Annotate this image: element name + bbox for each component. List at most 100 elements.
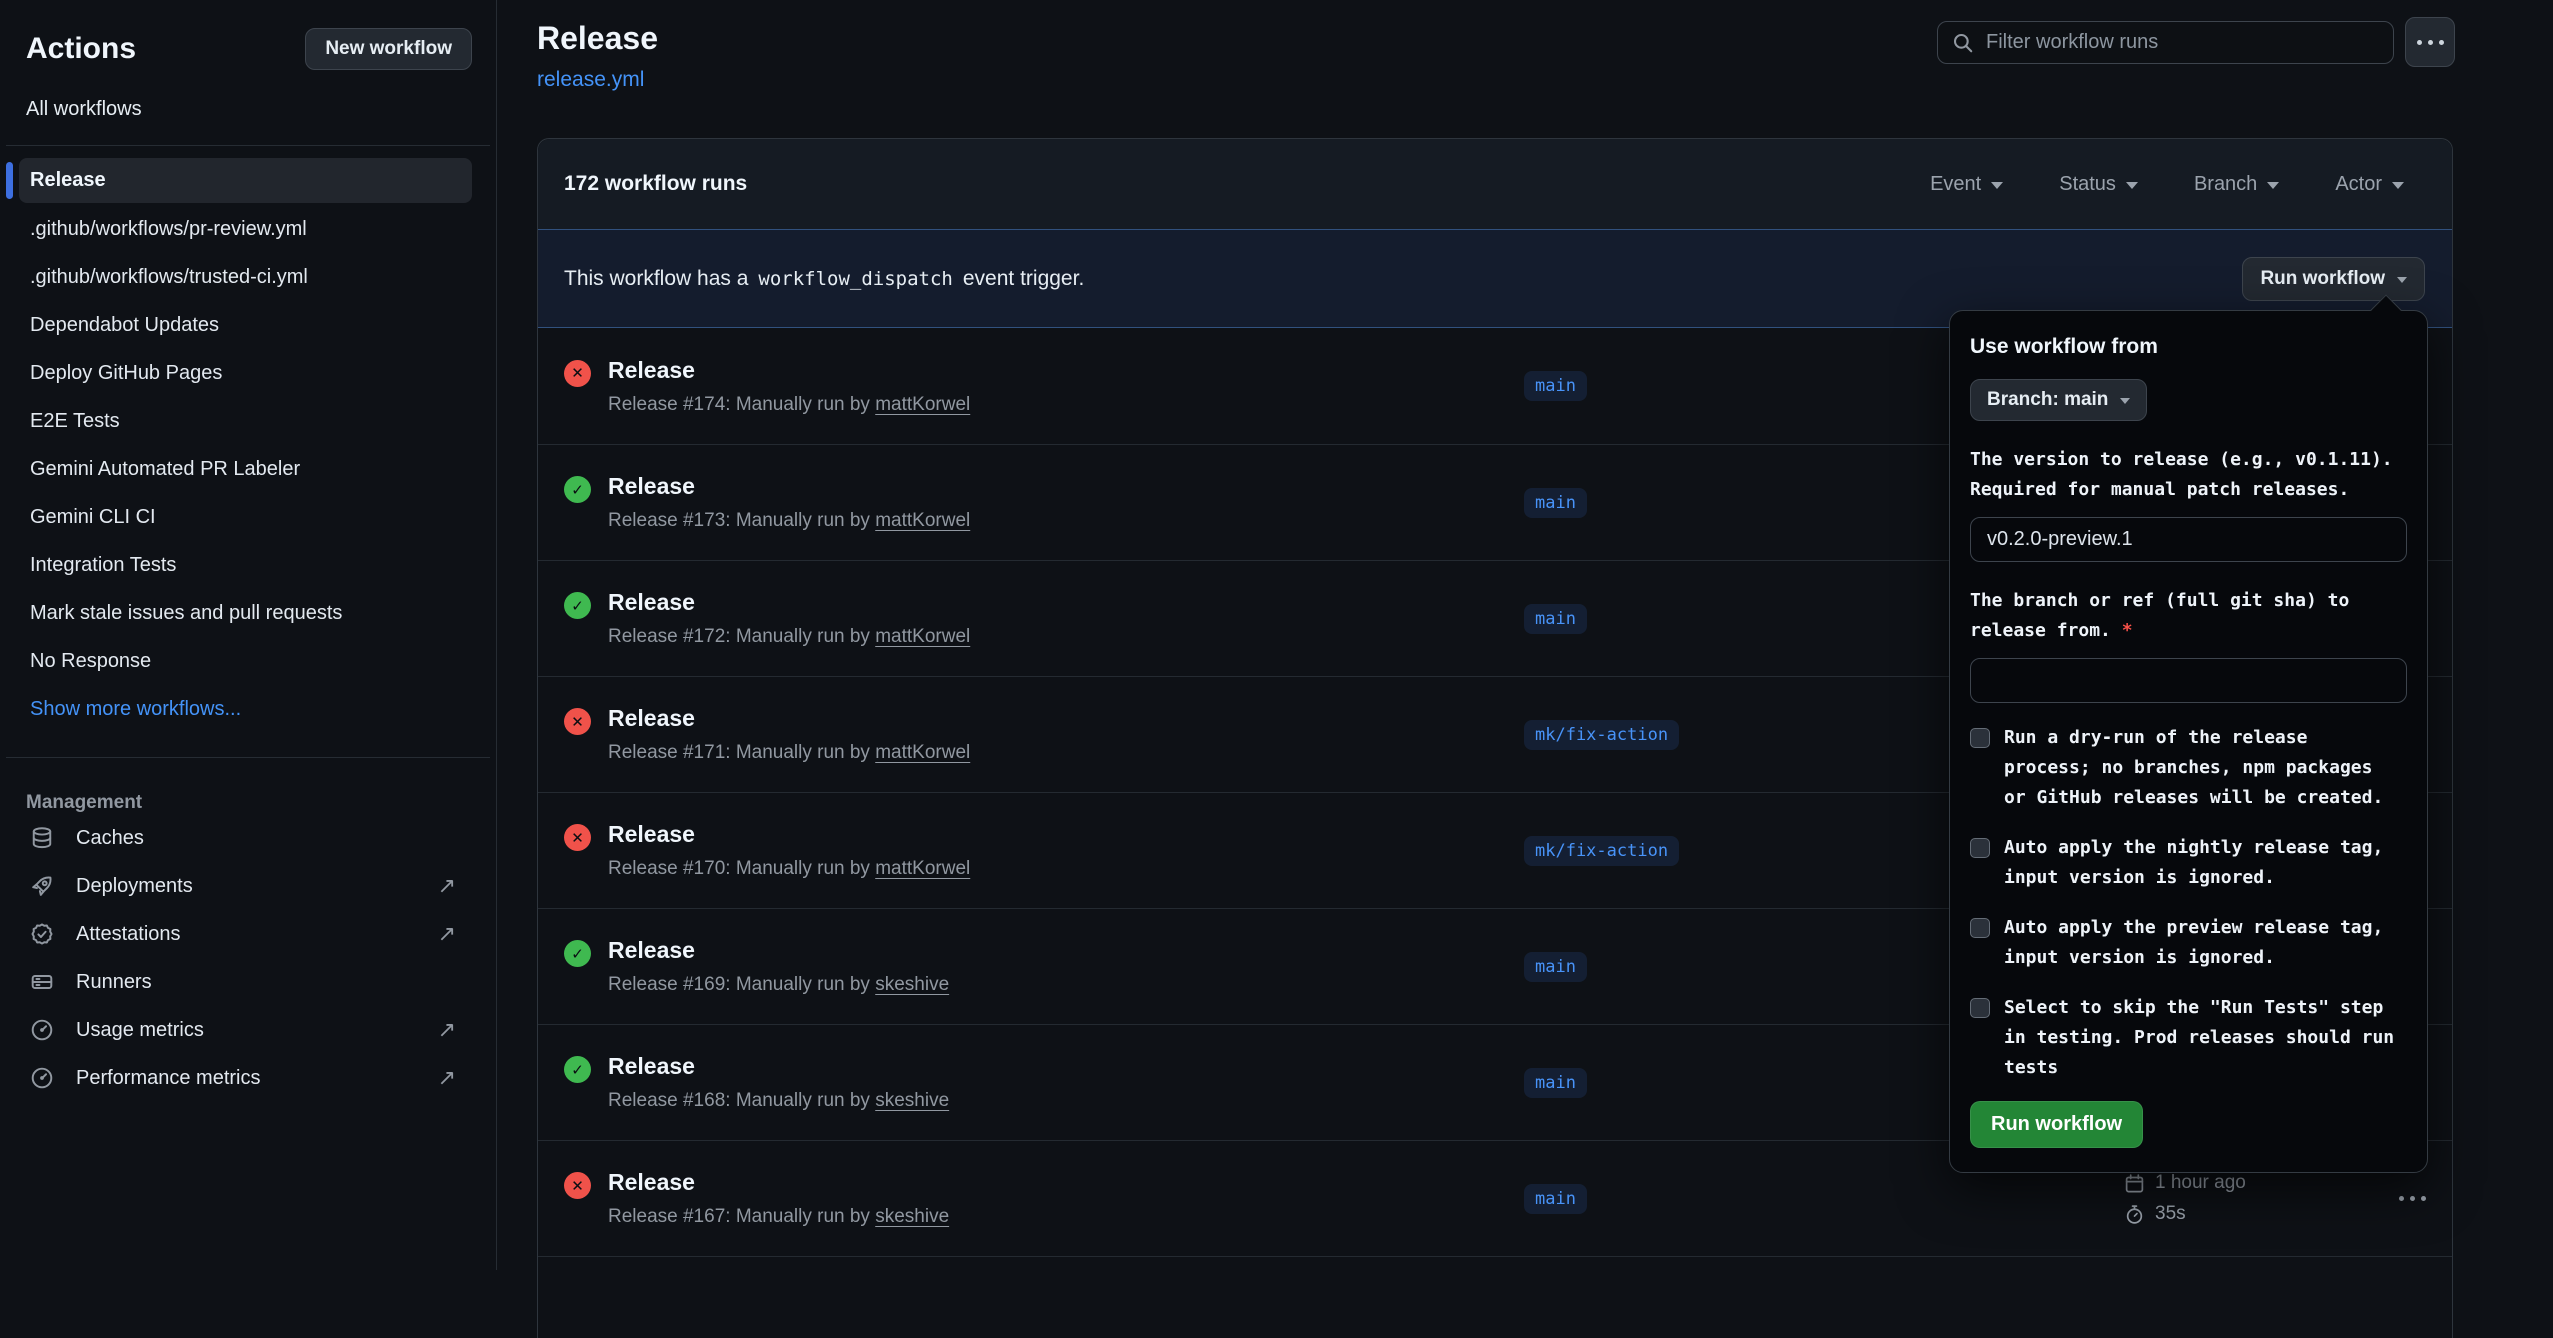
actor-link[interactable]: skeshive [875,1206,949,1227]
version-input[interactable] [1970,517,2407,562]
branch-chip[interactable]: main [1524,1068,1587,1098]
stopwatch-icon [2124,1204,2145,1225]
dry-run-checkbox[interactable] [1970,728,1990,748]
branch-chip[interactable]: main [1524,488,1587,518]
sidebar-item-integration-tests[interactable]: Integration Tests [0,541,496,589]
status-failure-icon [564,708,591,735]
sidebar-divider [6,145,490,146]
checkbox-label[interactable]: Run a dry-run of the release process; no… [2004,723,2400,813]
actor-link[interactable]: mattKorwel [875,394,970,415]
run-workflow-submit-button[interactable]: Run workflow [1970,1101,2143,1148]
sidebar-item-label: Release [30,169,106,192]
sidebar-item-runners[interactable]: Runners [0,958,496,1006]
management-section-label: Management [0,792,496,814]
chevron-down-icon [1991,182,2003,189]
chevron-down-icon [2267,182,2279,189]
sidebar-item-release[interactable]: Release [19,158,472,203]
cache-icon [30,826,54,850]
preview-tag-checkbox[interactable] [1970,918,1990,938]
checkbox-label[interactable]: Select to skip the "Run Tests" step in t… [2004,993,2400,1083]
verified-icon [30,922,54,946]
version-input-description: The version to release (e.g., v0.1.11). … [1970,445,2407,505]
nightly-tag-checkbox[interactable] [1970,838,1990,858]
run-title-link[interactable]: Release [608,589,970,616]
mgmt-item-label: Caches [76,827,456,850]
sidebar-item-dependabot-updates[interactable]: Dependabot Updates [0,301,496,349]
sidebar-item-all-workflows[interactable]: All workflows [0,98,496,121]
run-options-button[interactable] [2386,1196,2426,1201]
dry-run-option: Run a dry-run of the release process; no… [1970,723,2407,813]
sidebar-item-gemini-pr-labeler[interactable]: Gemini Automated PR Labeler [0,445,496,493]
sidebar-item-gemini-cli-ci[interactable]: Gemini CLI CI [0,493,496,541]
branch-chip[interactable]: main [1524,371,1587,401]
run-workflow-dialog: Use workflow from Branch: main The versi… [1949,310,2428,1173]
sidebar-item-trusted-ci[interactable]: .github/workflows/trusted-ci.yml [0,253,496,301]
checkbox-label[interactable]: Auto apply the nightly release tag, inpu… [2004,833,2400,893]
show-more-workflows-link[interactable]: Show more workflows... [0,685,496,733]
external-link-icon [438,921,456,947]
sidebar-title: Actions [26,32,136,66]
actor-link[interactable]: mattKorwel [875,742,970,763]
ref-input[interactable] [1970,658,2407,703]
selected-accent-bar [6,162,13,199]
actor-link[interactable]: mattKorwel [875,626,970,647]
run-count-label: 172 workflow runs [564,172,747,196]
run-title-link[interactable]: Release [608,1169,949,1196]
run-workflow-dropdown-button[interactable]: Run workflow [2242,257,2425,301]
external-link-icon [438,873,456,899]
sidebar-item-deployments[interactable]: Deployments [0,862,496,910]
branch-chip[interactable]: main [1524,952,1587,982]
filter-runs-search[interactable] [1937,21,2394,64]
ref-input-description: The branch or ref (full git sha) to rele… [1970,586,2407,646]
sidebar-item-attestations[interactable]: Attestations [0,910,496,958]
filter-actor[interactable]: Actor [2335,173,2404,196]
chevron-down-icon [2397,277,2407,283]
chevron-down-icon [2126,182,2138,189]
runs-list-header: 172 workflow runs Event Status Branch Ac… [538,139,2452,229]
run-title-link[interactable]: Release [608,705,970,732]
actor-link[interactable]: skeshive [875,1090,949,1111]
run-description: Release #169: Manually run by skeshive [608,974,949,996]
sidebar-item-pr-review[interactable]: .github/workflows/pr-review.yml [0,205,496,253]
actor-link[interactable]: skeshive [875,974,949,995]
branch-chip[interactable]: mk/fix-action [1524,720,1679,750]
run-title-link[interactable]: Release [608,357,970,384]
page-title: Release [537,20,658,57]
sidebar-item-mark-stale[interactable]: Mark stale issues and pull requests [0,589,496,637]
skip-tests-checkbox[interactable] [1970,998,1990,1018]
skip-tests-option: Select to skip the "Run Tests" step in t… [1970,993,2407,1083]
sidebar-divider [6,757,490,758]
workflow-run-row-partial [538,1256,2452,1296]
branch-chip[interactable]: main [1524,604,1587,634]
chevron-down-icon [2392,182,2404,189]
run-title-link[interactable]: Release [608,473,970,500]
checkbox-label[interactable]: Auto apply the preview release tag, inpu… [2004,913,2400,973]
status-failure-icon [564,824,591,851]
actor-link[interactable]: mattKorwel [875,510,970,531]
workflow-file-link[interactable]: release.yml [537,68,644,92]
filter-event[interactable]: Event [1930,173,2003,196]
run-description: Release #174: Manually run by mattKorwel [608,394,970,416]
sidebar-item-performance-metrics[interactable]: Performance metrics [0,1054,496,1102]
sidebar-item-usage-metrics[interactable]: Usage metrics [0,1006,496,1054]
sidebar-item-deploy-github-pages[interactable]: Deploy GitHub Pages [0,349,496,397]
banner-text: This workflow has aworkflow_dispatcheven… [564,267,1084,291]
sidebar-item-no-response[interactable]: No Response [0,637,496,685]
mgmt-item-label: Performance metrics [76,1067,416,1090]
sidebar-item-caches[interactable]: Caches [0,814,496,862]
meter-icon [30,1018,54,1042]
branch-selector-button[interactable]: Branch: main [1970,379,2147,421]
run-title-link[interactable]: Release [608,1053,949,1080]
branch-chip[interactable]: mk/fix-action [1524,836,1679,866]
external-link-icon [438,1017,456,1043]
actor-link[interactable]: mattKorwel [875,858,970,879]
new-workflow-button[interactable]: New workflow [305,28,472,70]
run-title-link[interactable]: Release [608,821,970,848]
run-title-link[interactable]: Release [608,937,949,964]
search-input[interactable] [1986,31,2379,54]
filter-branch[interactable]: Branch [2194,173,2279,196]
workflow-options-button[interactable] [2405,17,2455,67]
filter-status[interactable]: Status [2059,173,2138,196]
sidebar-item-e2e-tests[interactable]: E2E Tests [0,397,496,445]
branch-chip[interactable]: main [1524,1184,1587,1214]
